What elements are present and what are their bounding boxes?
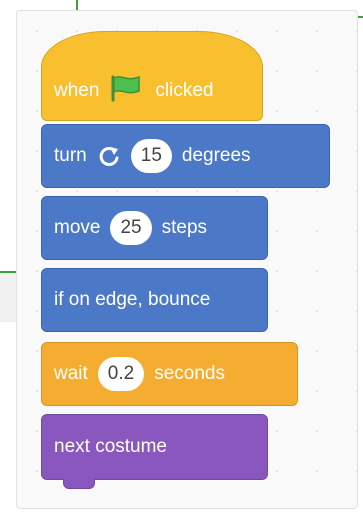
move-steps-block[interactable]: move 25 steps — [41, 196, 268, 260]
rotate-right-icon — [97, 144, 121, 168]
degrees-label: degrees — [181, 145, 251, 166]
wait-label: wait — [54, 363, 88, 384]
turn-label: turn — [54, 145, 87, 166]
next-costume-label: next costume — [54, 436, 167, 457]
bounce-label: if on edge, bounce — [54, 289, 211, 310]
steps-label: steps — [161, 217, 208, 238]
seconds-input[interactable]: 0.2 — [97, 357, 145, 391]
block-connector-tab — [63, 479, 95, 489]
bounce-block[interactable]: if on edge, bounce — [41, 268, 268, 332]
clicked-label: clicked — [155, 80, 214, 101]
green-flag-icon — [109, 74, 145, 102]
next-costume-block[interactable]: next costume — [41, 414, 268, 480]
seconds-label: seconds — [154, 363, 225, 384]
when-label: when — [54, 80, 100, 101]
wait-seconds-block[interactable]: wait 0.2 seconds — [41, 342, 298, 406]
turn-degrees-block[interactable]: turn 15 degrees — [41, 124, 330, 188]
degrees-input[interactable]: 15 — [130, 139, 172, 173]
move-label: move — [54, 217, 101, 238]
steps-input[interactable]: 25 — [110, 211, 152, 245]
when-flag-clicked-block[interactable]: when clicked — [41, 31, 263, 121]
